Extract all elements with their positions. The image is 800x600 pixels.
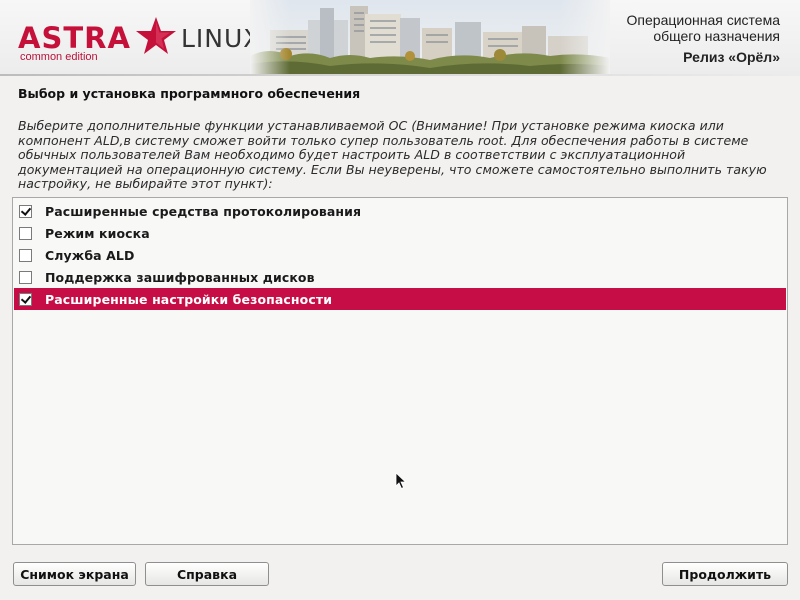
checkbox-unchecked[interactable]	[19, 226, 32, 240]
option-label: Расширенные средства протоколирования	[45, 203, 362, 219]
option-label: Режим киоска	[45, 225, 150, 241]
astra-linux-logo: ASTRA LINUX common edition	[18, 12, 260, 68]
page-title: Выбор и установка программного обеспечен…	[18, 86, 361, 101]
os-info: Операционная система общего назначения Р…	[580, 12, 780, 65]
os-type-line2: общего назначения	[653, 28, 780, 44]
option-extended-security-settings[interactable]: Расширенные настройки безопасности	[14, 288, 786, 310]
banner-divider	[0, 74, 800, 76]
screenshot-button[interactable]: Снимок экрана	[13, 562, 136, 586]
city-banner-image	[250, 0, 610, 74]
release-name: Релиз «Орёл»	[683, 49, 780, 65]
checkbox-checked[interactable]	[19, 204, 32, 218]
os-type-line1: Операционная система	[626, 12, 780, 28]
option-encrypted-disks[interactable]: Поддержка зашифрованных дисков	[14, 266, 786, 288]
description-text: Выберите дополнительные функции устанавл…	[18, 118, 767, 192]
checkbox-checked[interactable]	[19, 292, 32, 306]
continue-button[interactable]: Продолжить	[662, 562, 788, 586]
checkbox-unchecked[interactable]	[19, 270, 32, 284]
help-button[interactable]: Справка	[145, 562, 269, 586]
option-label: Расширенные настройки безопасности	[45, 291, 333, 307]
option-extended-logging[interactable]: Расширенные средства протоколирования	[14, 200, 786, 222]
option-kiosk-mode[interactable]: Режим киоска	[14, 222, 786, 244]
option-label: Служба ALD	[45, 247, 135, 263]
software-options-list[interactable]: Расширенные средства протоколирования Ре…	[12, 197, 788, 545]
star-icon	[136, 17, 176, 54]
mouse-cursor-icon	[395, 472, 407, 490]
option-label: Поддержка зашифрованных дисков	[45, 269, 315, 285]
header-banner: ASTRA LINUX common edition Операционная …	[0, 0, 800, 76]
checkbox-unchecked[interactable]	[19, 248, 32, 262]
option-ald-service[interactable]: Служба ALD	[14, 244, 786, 266]
logo-edition: common edition	[20, 51, 98, 63]
